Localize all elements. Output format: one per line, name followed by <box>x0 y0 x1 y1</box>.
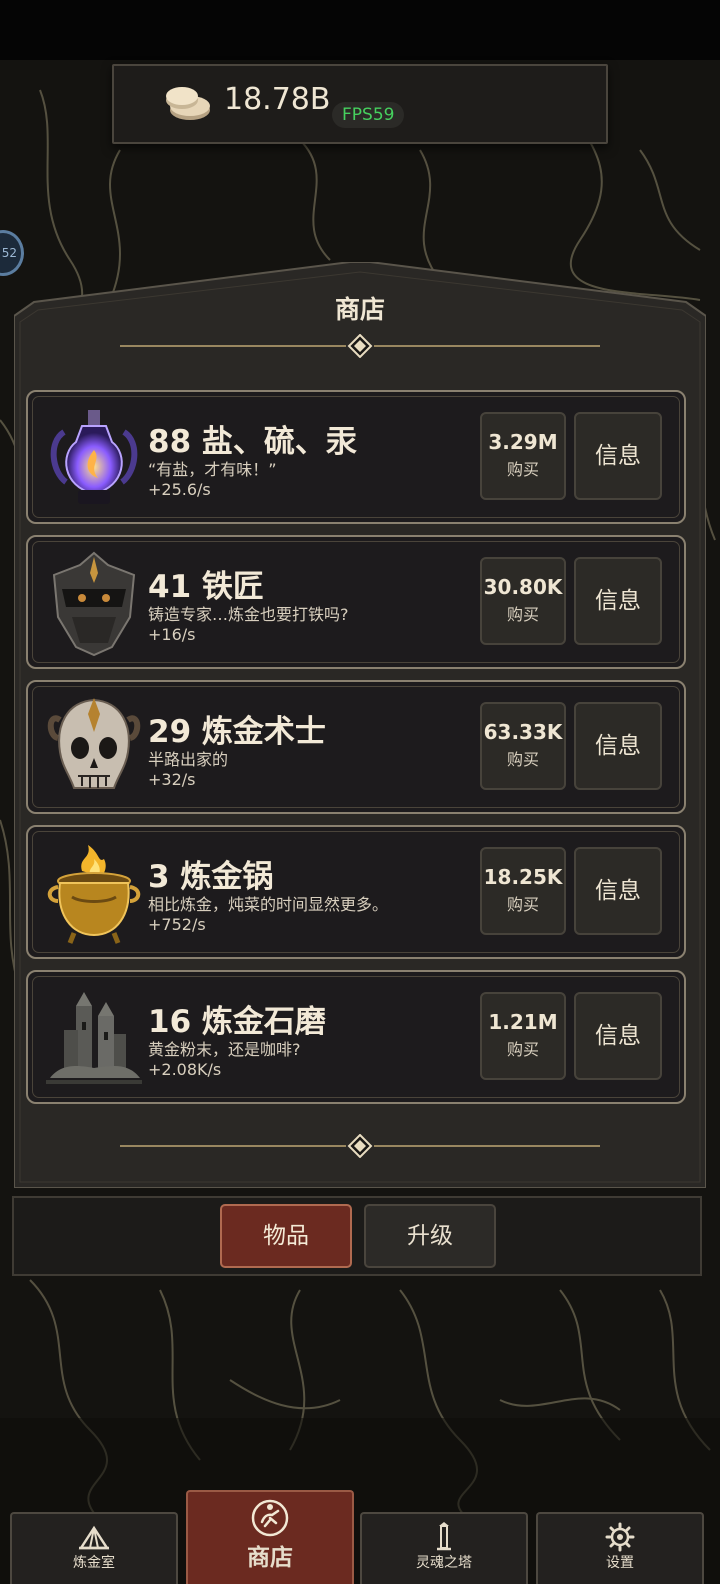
shop-item-card: 29 炼金术士 半路出家的 +32/s 63.33K 购买 信息 <box>26 680 686 814</box>
cauldron-icon <box>47 845 141 944</box>
buy-button[interactable]: 18.25K 购买 <box>480 847 566 935</box>
item-rate: +2.08K/s <box>148 1060 222 1079</box>
currency-value: 18.78B <box>224 82 331 117</box>
item-description: 相比炼金，炖菜的时间显然更多。 <box>148 895 389 914</box>
buy-price: 30.80K <box>483 575 563 599</box>
item-rate: +16/s <box>148 625 196 644</box>
fps-counter: FPS59 <box>332 102 405 128</box>
shop-item-card: 41 铁匠 铸造专家…炼金也要打铁吗? +16/s 30.80K 购买 信息 <box>26 535 686 669</box>
item-description: 铸造专家…炼金也要打铁吗? <box>148 605 349 624</box>
skull-icon <box>47 698 141 789</box>
buy-price: 63.33K <box>483 720 563 744</box>
currency-bar: 18.78B FPS59 <box>112 64 608 144</box>
buy-price: 3.29M <box>488 430 558 454</box>
info-button[interactable]: 信息 <box>574 847 662 935</box>
buy-label: 购买 <box>506 605 539 624</box>
bottom-nav: 炼金室 商店 灵魂之塔 设置 <box>0 1490 720 1584</box>
nav-shop[interactable]: 商店 <box>186 1490 354 1584</box>
item-rate: +752/s <box>148 915 206 934</box>
tent-icon <box>78 1525 110 1550</box>
nav-lab[interactable]: 炼金室 <box>10 1512 178 1584</box>
buy-price: 18.25K <box>483 865 563 889</box>
buy-label: 购买 <box>506 1040 539 1059</box>
buy-label: 购买 <box>506 750 539 769</box>
tab-upgrades[interactable]: 升级 <box>364 1204 496 1268</box>
nav-settings[interactable]: 设置 <box>536 1512 704 1584</box>
shop-hand-icon <box>251 1499 289 1537</box>
buy-button[interactable]: 1.21M 购买 <box>480 992 566 1080</box>
shop-panel: 商店 88 盐、硫、汞 “有盐，才有味！” +25.6/s 3.29M 购买 信息 41 铁… <box>14 262 706 1188</box>
nav-soul-tower-label: 灵魂之塔 <box>416 1555 472 1571</box>
shop-item-card: 88 盐、硫、汞 “有盐，才有味！” +25.6/s 3.29M 购买 信息 <box>26 390 686 524</box>
shop-item-card: 16 炼金石磨 黄金粉末，还是咖啡? +2.08K/s 1.21M 购买 信息 <box>26 970 686 1104</box>
shop-item-card: 3 炼金锅 相比炼金，炖菜的时间显然更多。 +752/s 18.25K 购买 信息 <box>26 825 686 959</box>
bottom-divider <box>120 1134 600 1158</box>
tower-icon <box>46 992 142 1084</box>
buy-button[interactable]: 30.80K 购买 <box>480 557 566 645</box>
title-divider <box>120 334 600 358</box>
helmet-icon <box>52 551 136 657</box>
item-name: 29 炼金术士 <box>148 714 326 750</box>
nav-settings-label: 设置 <box>606 1555 634 1571</box>
item-description: “有盐，才有味！” <box>148 460 277 479</box>
tower-nav-icon <box>437 1522 451 1551</box>
info-button[interactable]: 信息 <box>574 412 662 500</box>
item-rate: +32/s <box>148 770 196 789</box>
nav-soul-tower[interactable]: 灵魂之塔 <box>360 1512 528 1584</box>
tab-items[interactable]: 物品 <box>220 1204 352 1268</box>
buy-price: 1.21M <box>488 1010 558 1034</box>
buy-label: 购买 <box>506 895 539 914</box>
buy-label: 购买 <box>506 460 539 479</box>
coins-icon <box>166 87 210 120</box>
info-button[interactable]: 信息 <box>574 557 662 645</box>
side-orb-label: 52 <box>1 246 17 260</box>
item-name: 88 盐、硫、汞 <box>148 424 357 460</box>
gear-icon <box>605 1522 635 1552</box>
item-rate: +25.6/s <box>148 480 211 499</box>
buy-button[interactable]: 63.33K 购买 <box>480 702 566 790</box>
shop-tab-bar: 物品 升级 <box>12 1196 702 1276</box>
nav-shop-label: 商店 <box>247 1545 293 1571</box>
item-name: 41 铁匠 <box>148 569 264 605</box>
item-name: 3 炼金锅 <box>148 859 274 895</box>
info-button[interactable]: 信息 <box>574 992 662 1080</box>
item-name: 16 炼金石磨 <box>148 1004 326 1040</box>
info-button[interactable]: 信息 <box>574 702 662 790</box>
buy-button[interactable]: 3.29M 购买 <box>480 412 566 500</box>
potion-icon <box>50 410 138 504</box>
shop-title: 商店 <box>334 295 385 324</box>
item-description: 黄金粉末，还是咖啡? <box>148 1040 301 1059</box>
item-description: 半路出家的 <box>148 750 229 769</box>
nav-lab-label: 炼金室 <box>73 1555 115 1571</box>
